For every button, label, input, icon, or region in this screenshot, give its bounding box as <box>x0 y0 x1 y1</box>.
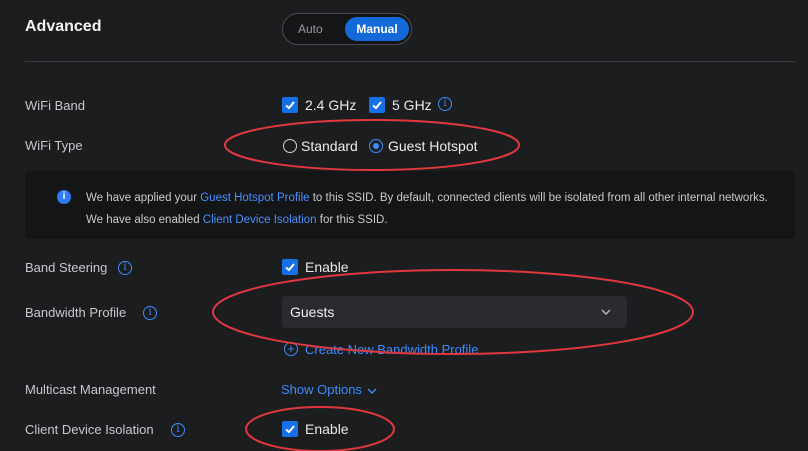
divider <box>25 61 795 62</box>
banner-text: We have applied your Guest Hotspot Profi… <box>86 187 776 231</box>
band-5-checkbox[interactable] <box>369 97 385 113</box>
bandwidth-profile-value: Guests <box>290 304 335 320</box>
standard-label: Standard <box>301 138 358 154</box>
show-options-label: Show Options <box>281 382 362 397</box>
radio-dot <box>373 143 379 149</box>
info-icon[interactable]: i <box>438 97 452 111</box>
isolation-checkbox[interactable] <box>282 421 298 437</box>
isolation-label: Client Device Isolation <box>25 422 154 437</box>
band-steering-label: Band Steering <box>25 260 108 275</box>
chevron-down-icon <box>367 388 377 394</box>
banner-text-part: for this SSID. <box>316 214 388 226</box>
wifi-type-label: WiFi Type <box>25 138 83 153</box>
plus-circle-icon[interactable]: + <box>284 342 298 356</box>
info-icon: i <box>57 190 71 204</box>
banner-text-part: We have applied your <box>86 192 201 204</box>
band-24-label: 2.4 GHz <box>305 97 357 113</box>
create-bandwidth-profile-link[interactable]: Create New Bandwidth Profile <box>305 342 478 357</box>
mode-manual-button[interactable]: Manual <box>345 17 409 41</box>
check-icon <box>285 101 295 110</box>
check-icon <box>372 101 382 110</box>
info-icon[interactable]: i <box>143 306 157 320</box>
band-steering-value: Enable <box>305 259 349 275</box>
bandwidth-profile-label: Bandwidth Profile <box>25 305 127 320</box>
check-icon <box>285 425 295 434</box>
band-steering-checkbox[interactable] <box>282 259 298 275</box>
isolation-value: Enable <box>305 421 349 437</box>
multicast-label: Multicast Management <box>25 382 156 397</box>
guest-hotspot-radio[interactable] <box>369 139 383 153</box>
chevron-down-icon <box>601 309 611 315</box>
client-device-isolation-link[interactable]: Client Device Isolation <box>203 214 317 226</box>
check-icon <box>285 263 295 272</box>
mode-auto-button[interactable]: Auto <box>298 22 323 36</box>
guest-hotspot-profile-link[interactable]: Guest Hotspot Profile <box>200 192 309 204</box>
info-icon[interactable]: i <box>118 261 132 275</box>
band-24-checkbox[interactable] <box>282 97 298 113</box>
band-5-label: 5 GHz <box>392 97 432 113</box>
standard-radio[interactable] <box>283 139 297 153</box>
guest-hotspot-label: Guest Hotspot <box>388 138 478 154</box>
section-title: Advanced <box>25 18 102 35</box>
info-icon[interactable]: i <box>171 423 185 437</box>
wifi-band-label: WiFi Band <box>25 98 85 113</box>
show-options-link[interactable]: Show Options <box>281 382 378 397</box>
